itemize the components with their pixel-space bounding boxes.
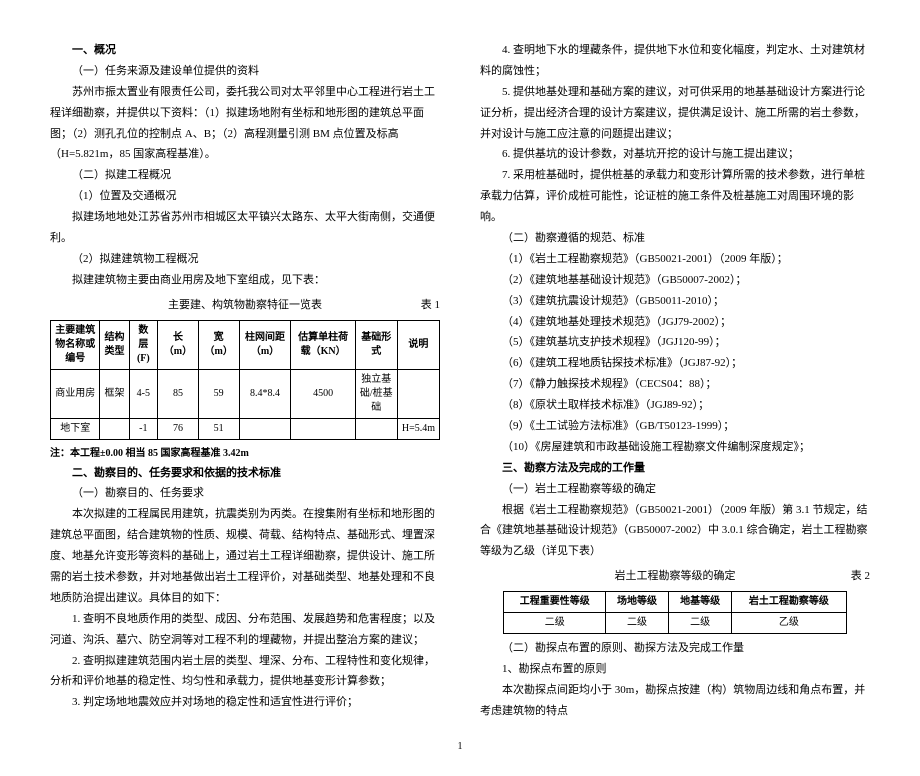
- td: 地下室: [51, 418, 100, 439]
- td: 二级: [669, 613, 732, 634]
- table-1-caption: 主要建、构筑物勘察特征一览表 表 1: [50, 295, 440, 316]
- list-item: （1）《岩土工程勘察规范》（GB50021-2001）（2009 年版）；: [480, 249, 870, 270]
- td: 独立基础/桩基础: [355, 369, 397, 418]
- td: [239, 418, 291, 439]
- th: 估算单柱荷载（KN）: [291, 320, 355, 369]
- td: [291, 418, 355, 439]
- th: 基础形式: [355, 320, 397, 369]
- table-2: 工程重要性等级 场地等级 地基等级 岩土工程勘察等级 二级 二级 二级 乙级: [503, 591, 846, 634]
- td: 4500: [291, 369, 355, 418]
- list-item: （6）《建筑工程地质钻探技术标准》（JGJ87-92）；: [480, 353, 870, 374]
- list-item: （4）《建筑地基处理技术规范》（JGJ79-2002）；: [480, 312, 870, 333]
- subsection-1-2-2: （2）拟建建筑物工程概况: [50, 249, 440, 270]
- right-column: 4. 查明地下水的埋藏条件，提供地下水位和变化幅度，判定水、土对建筑材料的腐蚀性…: [480, 40, 870, 722]
- table-2-title: 岩土工程勘察等级的确定: [615, 570, 736, 582]
- paragraph: 苏州市振太置业有限责任公司，委托我公司对太平邻里中心工程进行岩土工程详细勘察，并…: [50, 82, 440, 166]
- list-item: （2）《建筑地基基础设计规范》（GB50007-2002）；: [480, 270, 870, 291]
- td: 59: [198, 369, 239, 418]
- subsection-1-2-1: （1）位置及交通概况: [50, 186, 440, 207]
- td: 商业用房: [51, 369, 100, 418]
- list-item: （10）《房屋建筑和市政基础设施工程勘察文件编制深度规定》；: [480, 437, 870, 458]
- page-number: 1: [50, 737, 870, 756]
- section-3-heading: 三、勘察方法及完成的工作量: [480, 458, 870, 479]
- list-item: 4. 查明地下水的埋藏条件，提供地下水位和变化幅度，判定水、土对建筑材料的腐蚀性…: [480, 40, 870, 82]
- standards-list: （1）《岩土工程勘察规范》（GB50021-2001）（2009 年版）； （2…: [480, 249, 870, 458]
- list-item: 5. 提供地基处理和基础方案的建议，对可供采用的地基基础设计方案进行论证分析，提…: [480, 82, 870, 145]
- td: [355, 418, 397, 439]
- list-item: 1. 查明不良地质作用的类型、成因、分布范围、发展趋势和危害程度；以及河道、沟浜…: [50, 609, 440, 651]
- table-row: 二级 二级 二级 乙级: [504, 613, 846, 634]
- paragraph: 根据《岩土工程勘察规范》（GB50021-2001）（2009 年版）第 3.1…: [480, 500, 870, 563]
- td: 乙级: [732, 613, 847, 634]
- subsection-2-2: （二）勘察遵循的规范、标准: [480, 228, 870, 249]
- list-item: （5）《建筑基坑支护技术规程》（JGJ120-99）；: [480, 332, 870, 353]
- th: 说明: [397, 320, 439, 369]
- section-2-heading: 二、勘察目的、任务要求和依据的技术标准: [50, 463, 440, 484]
- td: 二级: [606, 613, 669, 634]
- list-item: （8）《原状土取样技术标准》（JGJ89-92）；: [480, 395, 870, 416]
- th: 场地等级: [606, 592, 669, 613]
- table-row: 地下室 -1 76 51 H=5.4m: [51, 418, 440, 439]
- table-1: 主要建筑物名称或编号 结构类型 数层(F) 长（m） 宽（m） 柱网间距（m） …: [50, 320, 440, 440]
- paragraph: 本次勘探点间距均小于 30m，勘探点按建（构）筑物周边线和角点布置，并考虑建筑物…: [480, 680, 870, 722]
- td: -1: [129, 418, 158, 439]
- table-2-number: 表 2: [851, 566, 870, 587]
- list-item: 7. 采用桩基础时，提供桩基的承载力和变形计算所需的技术参数，进行单桩承载力估算…: [480, 165, 870, 228]
- list-item: 6. 提供基坑的设计参数，对基坑开挖的设计与施工提出建议；: [480, 144, 870, 165]
- table-row: 工程重要性等级 场地等级 地基等级 岩土工程勘察等级: [504, 592, 846, 613]
- td: 51: [198, 418, 239, 439]
- td: 8.4*8.4: [239, 369, 291, 418]
- subsection-3-2: （二）勘探点布置的原则、勘探方法及完成工作量: [480, 638, 870, 659]
- td: 二级: [504, 613, 606, 634]
- td: 76: [158, 418, 199, 439]
- td: 框架: [100, 369, 129, 418]
- table-1-title: 主要建、构筑物勘察特征一览表: [168, 299, 322, 311]
- td: H=5.4m: [397, 418, 439, 439]
- list-item: （3）《建筑抗震设计规范》（GB50011-2010）；: [480, 291, 870, 312]
- th: 地基等级: [669, 592, 732, 613]
- left-column: 一、概况 （一）任务来源及建设单位提供的资料 苏州市振太置业有限责任公司，委托我…: [50, 40, 440, 722]
- list-item: 3. 判定场地地震效应并对场地的稳定性和适宜性进行评价；: [50, 692, 440, 713]
- table-2-caption: 岩土工程勘察等级的确定 表 2: [480, 566, 870, 587]
- th: 柱网间距（m）: [239, 320, 291, 369]
- subsection-1-1: （一）任务来源及建设单位提供的资料: [50, 61, 440, 82]
- paragraph: 拟建建筑物主要由商业用房及地下室组成，见下表：: [50, 270, 440, 291]
- th: 工程重要性等级: [504, 592, 606, 613]
- table-1-number: 表 1: [421, 295, 440, 316]
- th: 长（m）: [158, 320, 199, 369]
- subsection-3-2-1: 1、勘探点布置的原则: [480, 659, 870, 680]
- th: 主要建筑物名称或编号: [51, 320, 100, 369]
- subsection-2-1: （一）勘察目的、任务要求: [50, 483, 440, 504]
- table-row: 商业用房 框架 4-5 85 59 8.4*8.4 4500 独立基础/桩基础: [51, 369, 440, 418]
- th: 岩土工程勘察等级: [732, 592, 847, 613]
- table-row: 主要建筑物名称或编号 结构类型 数层(F) 长（m） 宽（m） 柱网间距（m） …: [51, 320, 440, 369]
- table-1-note: 注：本工程±0.00 相当 85 国家高程基准 3.42m: [50, 444, 440, 463]
- list-item: （7）《静力触探技术规程》（CECS04：88）；: [480, 374, 870, 395]
- paragraph: 本次拟建的工程属民用建筑，抗震类别为丙类。在搜集附有坐标和地形图的建筑总平面图，…: [50, 504, 440, 608]
- section-1-heading: 一、概况: [50, 40, 440, 61]
- th: 数层(F): [129, 320, 158, 369]
- paragraph: 拟建场地地处江苏省苏州市相城区太平镇兴太路东、太平大街南侧，交通便利。: [50, 207, 440, 249]
- td: 4-5: [129, 369, 158, 418]
- td: 85: [158, 369, 199, 418]
- subsection-1-2: （二）拟建工程概况: [50, 165, 440, 186]
- th: 结构类型: [100, 320, 129, 369]
- td: [100, 418, 129, 439]
- list-item: （9）《土工试验方法标准》（GB/T50123-1999）；: [480, 416, 870, 437]
- list-item: 2. 查明拟建建筑范围内岩土层的类型、埋深、分布、工程特性和变化规律，分析和评价…: [50, 651, 440, 693]
- th: 宽（m）: [198, 320, 239, 369]
- td: [397, 369, 439, 418]
- subsection-3-1: （一）岩土工程勘察等级的确定: [480, 479, 870, 500]
